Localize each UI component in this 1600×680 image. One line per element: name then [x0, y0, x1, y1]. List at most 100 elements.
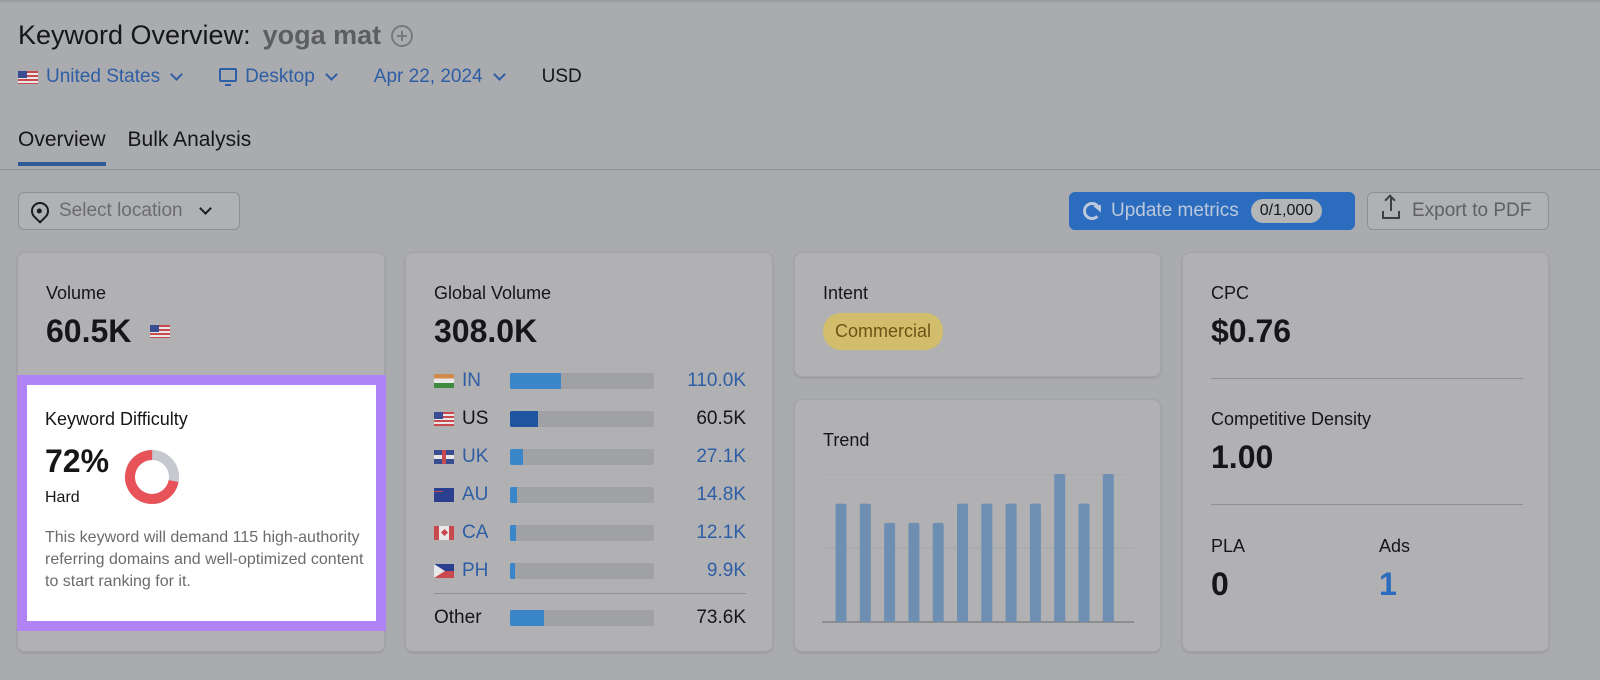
tabs: Overview Bulk Analysis	[18, 128, 251, 166]
trend-bar-8[interactable]	[1005, 503, 1017, 622]
select-location-placeholder: Select location	[59, 200, 183, 221]
country-row-ca[interactable]: CA 12.1K	[434, 522, 746, 543]
keyword-label: yoga mat	[262, 20, 382, 50]
trend-bar-3[interactable]	[884, 522, 896, 622]
ads-label: Ads	[1379, 536, 1411, 556]
volume-value: 60.5K	[46, 313, 132, 349]
country-code: IN	[462, 370, 481, 391]
trend-bar-11[interactable]	[1078, 503, 1090, 622]
location-pin-icon	[27, 198, 53, 224]
country-row-ph[interactable]: PH 9.9K	[434, 560, 746, 581]
update-limit-badge: 0/1,000	[1250, 199, 1323, 223]
other-label: Other	[434, 607, 482, 628]
competitive-density-value: 1.00	[1211, 439, 1274, 475]
share-bar-fill	[510, 373, 562, 389]
filters-bar: United States Desktop Apr 22, 2024 USD	[18, 66, 582, 88]
share-bar	[510, 525, 654, 541]
trend-label: Trend	[823, 430, 870, 450]
share-bar	[510, 411, 654, 427]
global-volume-card: Global Volume 308.0K IN 110.0K US 60.5K …	[405, 252, 773, 652]
trend-bar-9[interactable]	[1029, 503, 1041, 622]
trend-bar-4[interactable]	[908, 522, 920, 622]
trend-bar-5[interactable]	[932, 522, 944, 622]
country-volume: 27.1K	[696, 446, 746, 467]
country-row-in[interactable]: IN 110.0K	[434, 370, 746, 391]
share-bar	[510, 373, 654, 389]
country-volume: 14.8K	[696, 484, 746, 505]
competitive-density-label: Competitive Density	[1211, 409, 1372, 429]
date-label: Apr 22, 2024	[373, 66, 483, 87]
uk-flag-icon	[434, 450, 454, 464]
country-dropdown[interactable]: United States	[18, 66, 183, 88]
country-code: AU	[462, 484, 489, 505]
trend-bar-1[interactable]	[835, 503, 847, 622]
country-volume: 110.0K	[687, 370, 746, 391]
tab-overview[interactable]: Overview	[18, 128, 106, 166]
global-volume-divider	[434, 593, 746, 594]
us-flag-icon	[18, 70, 38, 84]
export-icon	[1382, 197, 1400, 219]
intent-badge-commercial: Commercial	[823, 313, 944, 350]
share-bar-fill	[510, 411, 539, 427]
country-code: US	[462, 408, 489, 429]
plus-circle-icon[interactable]	[391, 24, 414, 47]
cpc-divider	[1211, 378, 1523, 379]
trend-bar-2[interactable]	[859, 503, 871, 622]
india-flag-icon	[434, 374, 454, 388]
chevron-down-icon	[324, 68, 338, 81]
canada-flag-icon	[434, 526, 454, 540]
country-label: United States	[46, 66, 161, 87]
australia-flag-icon	[434, 488, 454, 502]
trend-bar-7[interactable]	[981, 503, 993, 622]
date-dropdown[interactable]: Apr 22, 2024	[373, 66, 506, 88]
country-code: PH	[462, 560, 489, 581]
pla-label: PLA	[1211, 536, 1246, 556]
country-code: UK	[462, 446, 489, 467]
intent-label: Intent	[823, 283, 869, 303]
country-row-au[interactable]: AU 14.8K	[434, 484, 746, 505]
share-bar	[510, 449, 654, 465]
share-bar-fill	[510, 525, 516, 541]
tabs-divider	[0, 169, 1600, 170]
page-title-label: Keyword Overview:	[18, 20, 251, 50]
share-bar-fill	[510, 487, 517, 503]
currency-label: USD	[541, 66, 582, 87]
trend-bar-12[interactable]	[1102, 474, 1114, 622]
pla-value: 0	[1211, 566, 1229, 602]
us-flag-icon	[150, 325, 170, 338]
volume-label: Volume	[46, 283, 107, 303]
desktop-icon	[219, 68, 238, 86]
philippines-flag-icon	[434, 564, 454, 578]
cpc-label: CPC	[1211, 283, 1250, 303]
share-bar	[510, 610, 654, 626]
keyword-difficulty-card: Keyword Difficulty 72% Hard This keyword…	[17, 375, 386, 631]
global-volume-value: 308.0K	[434, 313, 538, 349]
trend-chart	[822, 474, 1134, 623]
trend-bar-10[interactable]	[1054, 474, 1066, 622]
top-border	[0, 0, 1600, 2]
cpc-card: CPC $0.76 Competitive Density 1.00 PLA 0…	[1182, 252, 1549, 652]
share-bar-fill	[510, 610, 545, 626]
country-row-uk[interactable]: UK 27.1K	[434, 446, 746, 467]
country-row-us: US 60.5K	[434, 408, 746, 429]
country-row-other: Other 73.6K	[434, 607, 746, 628]
export-pdf-button[interactable]: Export to PDF	[1367, 192, 1549, 230]
update-metrics-label: Update metrics	[1111, 200, 1239, 221]
intent-card: Intent Commercial	[794, 252, 1161, 377]
kd-value: 72%	[45, 443, 110, 479]
device-dropdown[interactable]: Desktop	[219, 66, 338, 88]
trend-bar-6[interactable]	[957, 503, 968, 622]
device-label: Desktop	[245, 66, 315, 87]
update-metrics-button[interactable]: Update metrics 0/1,000	[1069, 192, 1355, 230]
share-bar-fill	[510, 449, 523, 465]
density-divider	[1211, 504, 1523, 505]
trend-card: Trend	[794, 399, 1161, 652]
country-volume: 12.1K	[696, 522, 746, 543]
kd-description: This keyword will demand 115 high-author…	[45, 529, 364, 590]
refresh-icon	[1083, 202, 1101, 220]
other-volume: 73.6K	[696, 607, 746, 628]
select-location-dropdown[interactable]: Select location	[18, 192, 240, 230]
tab-bulk-analysis[interactable]: Bulk Analysis	[128, 128, 252, 166]
ads-value[interactable]: 1	[1379, 566, 1397, 603]
kd-donut-chart	[125, 450, 179, 504]
